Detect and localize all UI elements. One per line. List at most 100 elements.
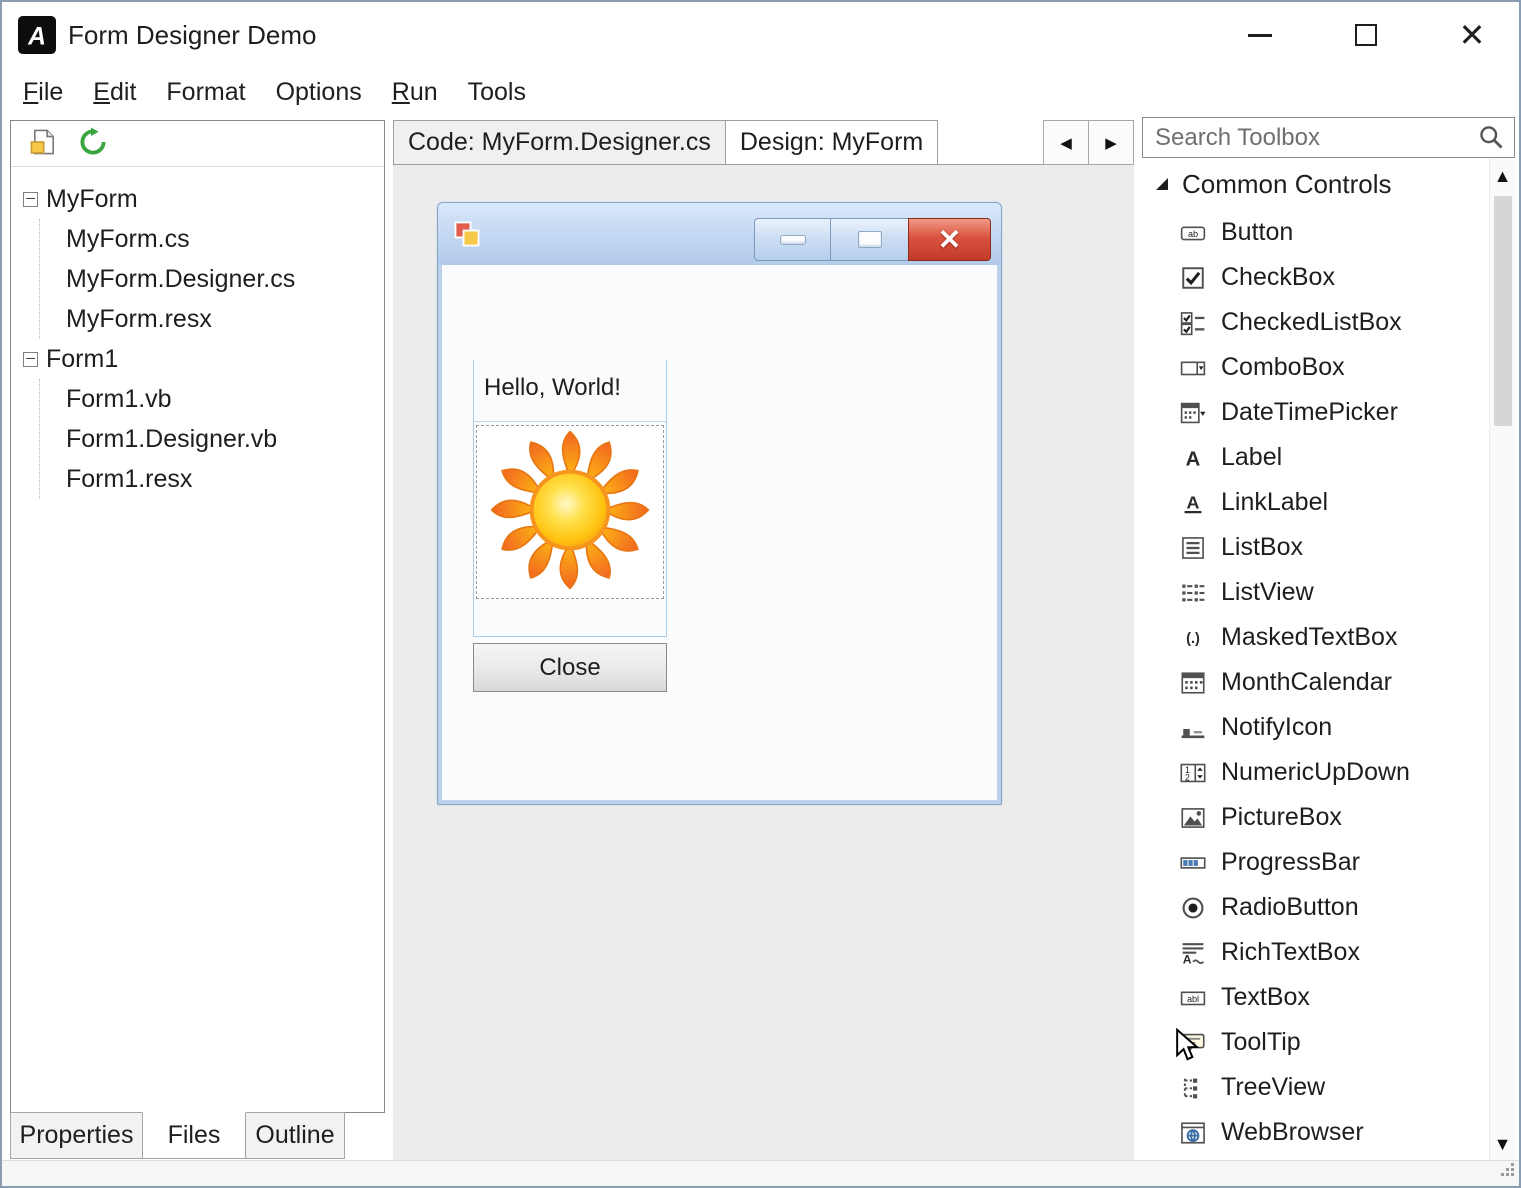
tab-properties[interactable]: Properties [10,1112,143,1159]
menu-edit[interactable]: Edit [78,70,151,115]
tab-scroll-left-button[interactable]: ◀ [1043,120,1089,165]
toolbox-item-tooltip[interactable]: ToolTip [1142,1020,1515,1065]
richtextbox-icon: A [1180,940,1206,966]
toolbox-item-checkedlistbox[interactable]: CheckedListBox [1142,300,1515,345]
menu-options[interactable]: Options [261,70,377,115]
tab-scroll-right-button[interactable]: ▶ [1088,120,1134,165]
maximize-icon [858,231,882,248]
treeview-icon [1180,1075,1206,1101]
window-controls: ✕ [1187,12,1505,58]
chevron-left-icon: ◀ [1060,134,1072,152]
maximize-button[interactable] [1333,12,1399,58]
toolbox-item-numericupdown[interactable]: 12 NumericUpDown [1142,750,1515,795]
toolbox-item-radiobutton[interactable]: RadioButton [1142,885,1515,930]
menu-tools[interactable]: Tools [453,70,541,115]
toolbox-item-webbrowser[interactable]: WebBrowser [1142,1110,1515,1155]
toolbox-item-checkbox[interactable]: CheckBox [1142,255,1515,300]
designed-form-minimize-button[interactable] [754,218,831,261]
design-canvas: ✕ Hello, World! [393,165,1134,1162]
scrollbar-thumb[interactable] [1494,196,1512,426]
toolbox-item-treeview[interactable]: TreeView [1142,1065,1515,1110]
toolbox-scrollbar[interactable]: ▲ ▼ [1489,158,1515,1162]
scroll-down-icon: ▼ [1494,1134,1512,1155]
toolbox-item-listbox[interactable]: ListBox [1142,525,1515,570]
refresh-button[interactable] [75,126,111,162]
tab-outline[interactable]: Outline [245,1112,345,1159]
tree-item-myform-designer-cs[interactable]: MyForm.Designer.cs [40,259,384,299]
tree-item-myform[interactable]: MyForm [11,179,384,219]
tree-item-myform-cs[interactable]: MyForm.cs [40,219,384,259]
document-tab-strip: Code: MyForm.Designer.cs Design: MyForm … [393,120,1134,165]
designed-form-close-button[interactable]: ✕ [908,218,991,261]
explorer-toolbar [11,121,384,167]
close-button[interactable]: ✕ [1439,12,1505,58]
designed-form-body[interactable]: Hello, World! [442,265,997,800]
hello-world-label[interactable]: Hello, World! [474,360,666,422]
toolbox-item-picturebox[interactable]: PictureBox [1142,795,1515,840]
toolbox-item-combobox[interactable]: ComboBox [1142,345,1515,390]
tree-item-form1-vb[interactable]: Form1.vb [40,379,384,419]
notifyicon-icon [1180,715,1206,741]
monthcalendar-icon [1180,670,1206,696]
textbox-icon: abl [1180,985,1206,1011]
minimize-button[interactable] [1227,12,1293,58]
checkbox-icon [1180,265,1206,291]
menu-format[interactable]: Format [151,70,260,115]
toolbox-item-label[interactable]: A Label [1142,435,1515,480]
designed-form-titlebar[interactable]: ✕ [438,203,1001,265]
listview-icon [1180,580,1206,606]
designed-form-maximize-button[interactable] [830,218,909,261]
toolbox-item-richtextbox[interactable]: A RichTextBox [1142,930,1515,975]
expanded-triangle-icon [1156,178,1168,190]
scroll-up-button[interactable]: ▲ [1490,158,1516,194]
toolbox-item-textbox[interactable]: abl TextBox [1142,975,1515,1020]
sun-image [490,430,650,595]
layout-container[interactable]: Hello, World! [473,360,667,637]
svg-text:A: A [1183,952,1192,965]
scroll-up-icon: ▲ [1494,166,1512,187]
toolbox-item-datetimepicker[interactable]: DateTimePicker [1142,390,1515,435]
tree-item-myform-resx[interactable]: MyForm.resx [40,299,384,339]
new-form-button[interactable] [25,126,61,162]
tab-files[interactable]: Files [142,1112,246,1159]
resize-grip[interactable] [1498,1160,1516,1183]
picture-box[interactable] [476,425,664,599]
checkedlistbox-icon [1180,310,1206,336]
toolbox-item-progressbar[interactable]: ProgressBar [1142,840,1515,885]
chevron-right-icon: ▶ [1105,134,1117,152]
tree-item-form1-designer-vb[interactable]: Form1.Designer.vb [40,419,384,459]
window-title: Form Designer Demo [68,20,317,51]
form-icon [452,219,482,249]
button-icon: ab [1180,220,1206,246]
toolbox-item-listview[interactable]: ListView [1142,570,1515,615]
webbrowser-icon [1180,1120,1206,1146]
tree-item-form1-resx[interactable]: Form1.resx [40,459,384,499]
search-input[interactable] [1142,117,1515,158]
toolbox-item-linklabel[interactable]: A LinkLabel [1142,480,1515,525]
tab-design-myform[interactable]: Design: MyForm [725,120,938,165]
menu-run[interactable]: Run [377,70,453,115]
tab-code-myform-designer[interactable]: Code: MyForm.Designer.cs [393,120,726,165]
toolbox-item-button[interactable]: ab Button [1142,210,1515,255]
common-controls-header[interactable]: Common Controls [1142,158,1515,210]
svg-text:ab: ab [1188,228,1198,238]
label-icon: A [1180,445,1206,471]
toolbox-item-monthcalendar[interactable]: MonthCalendar [1142,660,1515,705]
minimize-icon [780,235,806,245]
file-explorer-panel: MyForm MyForm.cs MyForm.Designer.cs MyFo… [10,120,385,1113]
radiobutton-icon [1180,895,1206,921]
svg-text:abl: abl [1187,993,1199,1003]
designed-form[interactable]: ✕ Hello, World! [437,202,1002,805]
close-button-control[interactable]: Close [473,643,667,692]
collapse-icon[interactable] [23,352,38,367]
collapse-icon[interactable] [23,192,38,207]
toolbox-item-notifyicon[interactable]: NotifyIcon [1142,705,1515,750]
editor-area: Code: MyForm.Designer.cs Design: MyForm … [393,120,1134,1162]
toolbox-panel: Common Controls ab Button CheckBox Check… [1142,117,1515,1162]
scroll-down-button[interactable]: ▼ [1490,1126,1516,1162]
new-form-icon [28,127,58,160]
menu-file[interactable]: File [8,70,78,115]
toolbox-item-maskedtextbox[interactable]: (.) MaskedTextBox [1142,615,1515,660]
file-tree: MyForm MyForm.cs MyForm.Designer.cs MyFo… [11,167,384,499]
tree-item-form1[interactable]: Form1 [11,339,384,379]
